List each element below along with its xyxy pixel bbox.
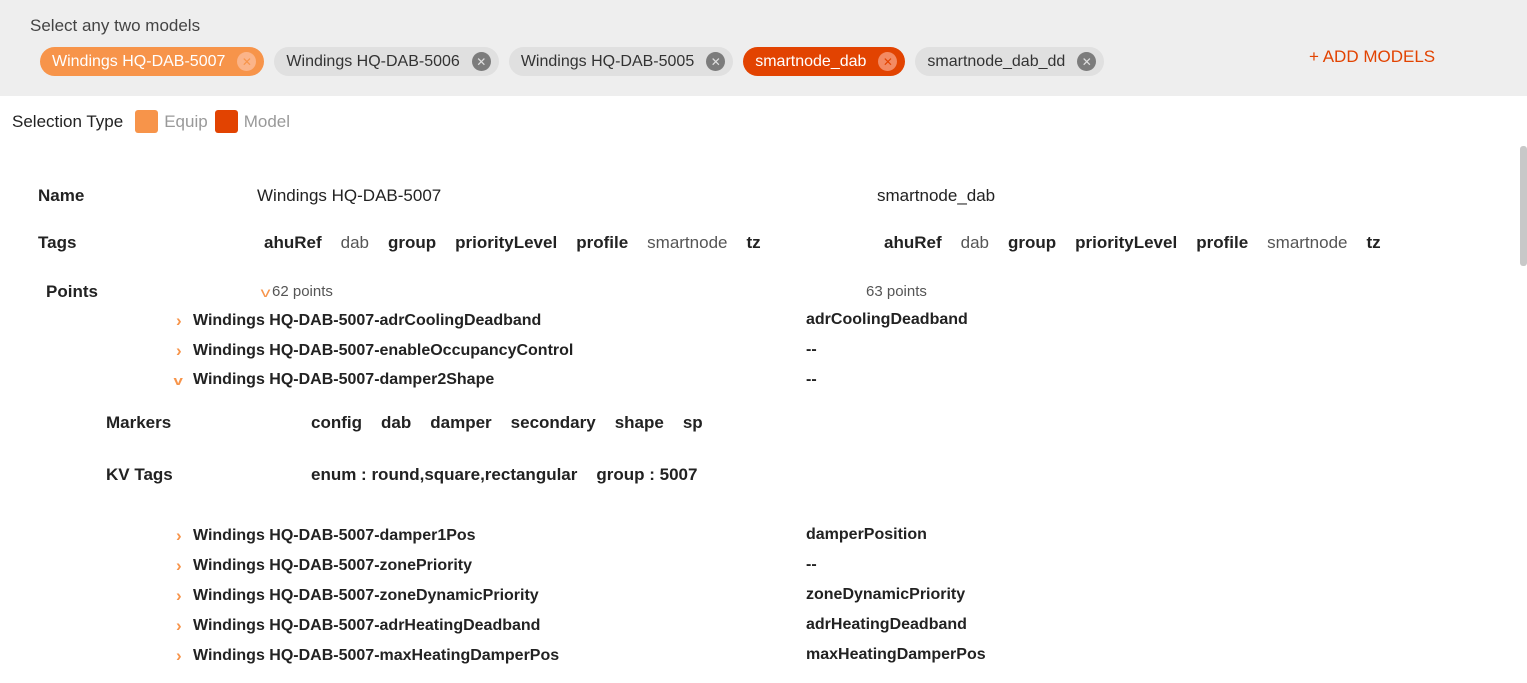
model-chip-1[interactable]: Windings HQ-DAB-5007 ✕ — [40, 47, 265, 76]
model-chip-4[interactable]: smartnode_dab ✕ — [743, 47, 906, 76]
kv-tag: group : 5007 — [596, 465, 698, 484]
point-row[interactable]: › Windings HQ-DAB-5007-adrHeatingDeadban… — [176, 616, 540, 636]
model-legend-label: Model — [243, 111, 291, 131]
point-name: Windings HQ-DAB-5007-damper2Shape — [193, 371, 495, 388]
model-chip-3[interactable]: Windings HQ-DAB-5005 ✕ — [508, 47, 734, 76]
chevron-right-icon[interactable]: › — [176, 526, 193, 546]
point-mapping: -- — [806, 371, 817, 388]
point-mapping: adrCoolingDeadband — [806, 311, 968, 328]
remove-chip-icon[interactable]: ✕ — [237, 52, 257, 71]
tag: group — [1008, 233, 1057, 252]
tag: ahuRef — [884, 233, 942, 252]
name-right-value: smartnode_dab — [877, 186, 996, 205]
chevron-down-icon: v — [260, 283, 271, 300]
tag: profile — [576, 233, 629, 252]
tag: priorityLevel — [455, 233, 558, 252]
model-selector-bar: Select any two models Windings HQ-DAB-50… — [0, 0, 1527, 96]
remove-chip-icon[interactable]: ✕ — [878, 52, 898, 71]
tag: smartnode — [1267, 233, 1348, 252]
point-row[interactable]: › Windings HQ-DAB-5007-adrCoolingDeadban… — [176, 311, 541, 331]
kv-tags-list: enum : round,square,rectangular group : … — [311, 465, 697, 485]
kv-tags-label: KV Tags — [106, 465, 173, 484]
name-label: Name — [38, 186, 85, 205]
tag: dab — [340, 233, 369, 252]
marker-tag: secondary — [510, 413, 596, 432]
chevron-right-icon[interactable]: › — [176, 556, 193, 576]
point-mapping: damperPosition — [806, 526, 927, 543]
point-name: Windings HQ-DAB-5007-enableOccupancyCont… — [193, 342, 574, 359]
remove-chip-icon[interactable]: ✕ — [1077, 52, 1097, 71]
point-mapping: adrHeatingDeadband — [806, 616, 967, 633]
selection-type-label: Selection Type — [12, 111, 124, 131]
model-chip-5[interactable]: smartnode_dab_dd ✕ — [915, 47, 1105, 76]
tag: profile — [1196, 233, 1249, 252]
points-left-count: 62 points — [272, 283, 333, 300]
name-left-value: Windings HQ-DAB-5007 — [257, 186, 442, 205]
chip-label: Windings HQ-DAB-5006 — [286, 52, 460, 70]
tag: tz — [1366, 233, 1381, 252]
equip-swatch — [135, 110, 159, 133]
chip-label: smartnode_dab_dd — [927, 52, 1066, 70]
chevron-right-icon[interactable]: › — [176, 616, 193, 636]
points-left-toggle[interactable]: v 62 points — [260, 283, 333, 300]
marker-tag: config — [311, 413, 362, 432]
point-row[interactable]: › Windings HQ-DAB-5007-maxHeatingDamperP… — [176, 646, 559, 666]
kv-tag: enum : round,square,rectangular — [311, 465, 578, 484]
chip-label: smartnode_dab — [755, 52, 867, 70]
remove-chip-icon[interactable]: ✕ — [706, 52, 726, 71]
remove-chip-icon[interactable]: ✕ — [471, 52, 491, 71]
tag: tz — [746, 233, 761, 252]
selection-type-legend: Selection Type Equip Model — [12, 110, 290, 133]
model-chips: Windings HQ-DAB-5007 ✕ Windings HQ-DAB-5… — [40, 47, 1105, 76]
point-row[interactable]: › Windings HQ-DAB-5007-zonePriority — [176, 556, 472, 576]
point-name: Windings HQ-DAB-5007-zonePriority — [193, 557, 472, 574]
chip-label: Windings HQ-DAB-5005 — [520, 52, 695, 70]
marker-tag: dab — [381, 413, 412, 432]
chip-label: Windings HQ-DAB-5007 — [52, 52, 226, 70]
tags-left: ahuRef dab group priorityLevel profile s… — [264, 233, 761, 253]
chevron-right-icon[interactable]: › — [176, 341, 193, 361]
model-chip-2[interactable]: Windings HQ-DAB-5006 ✕ — [274, 47, 499, 76]
chevron-right-icon[interactable]: › — [176, 646, 193, 666]
model-swatch — [214, 110, 238, 133]
markers-label: Markers — [106, 413, 172, 432]
vertical-scrollbar[interactable] — [1520, 146, 1527, 266]
chevron-down-icon[interactable]: v — [173, 373, 195, 388]
select-models-label: Select any two models — [30, 16, 201, 35]
chevron-right-icon[interactable]: › — [176, 586, 193, 606]
point-mapping: maxHeatingDamperPos — [806, 646, 986, 663]
tags-label: Tags — [38, 233, 77, 252]
chevron-right-icon[interactable]: › — [176, 311, 193, 331]
tag: ahuRef — [264, 233, 322, 252]
tag: smartnode — [647, 233, 728, 252]
point-name: Windings HQ-DAB-5007-damper1Pos — [193, 527, 476, 544]
points-right-count: 63 points — [866, 283, 927, 300]
point-name: Windings HQ-DAB-5007-zoneDynamicPriority — [193, 587, 539, 604]
tag: dab — [960, 233, 989, 252]
marker-tag: damper — [430, 413, 492, 432]
markers-list: config dab damper secondary shape sp — [311, 413, 703, 433]
equip-legend-label: Equip — [164, 111, 208, 131]
marker-tag: sp — [682, 413, 703, 432]
point-row[interactable]: › Windings HQ-DAB-5007-damper1Pos — [176, 526, 476, 546]
add-models-button[interactable]: + ADD MODELS — [1309, 47, 1435, 67]
tag: group — [388, 233, 437, 252]
point-row[interactable]: › Windings HQ-DAB-5007-zoneDynamicPriori… — [176, 586, 539, 606]
tag: priorityLevel — [1075, 233, 1178, 252]
point-mapping: zoneDynamicPriority — [806, 586, 966, 603]
point-mapping: -- — [806, 556, 817, 573]
marker-tag: shape — [614, 413, 664, 432]
point-name: Windings HQ-DAB-5007-adrHeatingDeadband — [193, 617, 541, 634]
point-name: Windings HQ-DAB-5007-adrCoolingDeadband — [193, 312, 542, 329]
point-name: Windings HQ-DAB-5007-maxHeatingDamperPos — [193, 647, 560, 664]
tags-right: ahuRef dab group priorityLevel profile s… — [884, 233, 1381, 253]
point-row[interactable]: › Windings HQ-DAB-5007-enableOccupancyCo… — [176, 341, 573, 361]
point-mapping: -- — [806, 341, 817, 358]
points-label: Points — [46, 282, 98, 301]
point-row-expanded[interactable]: v Windings HQ-DAB-5007-damper2Shape — [173, 371, 495, 389]
